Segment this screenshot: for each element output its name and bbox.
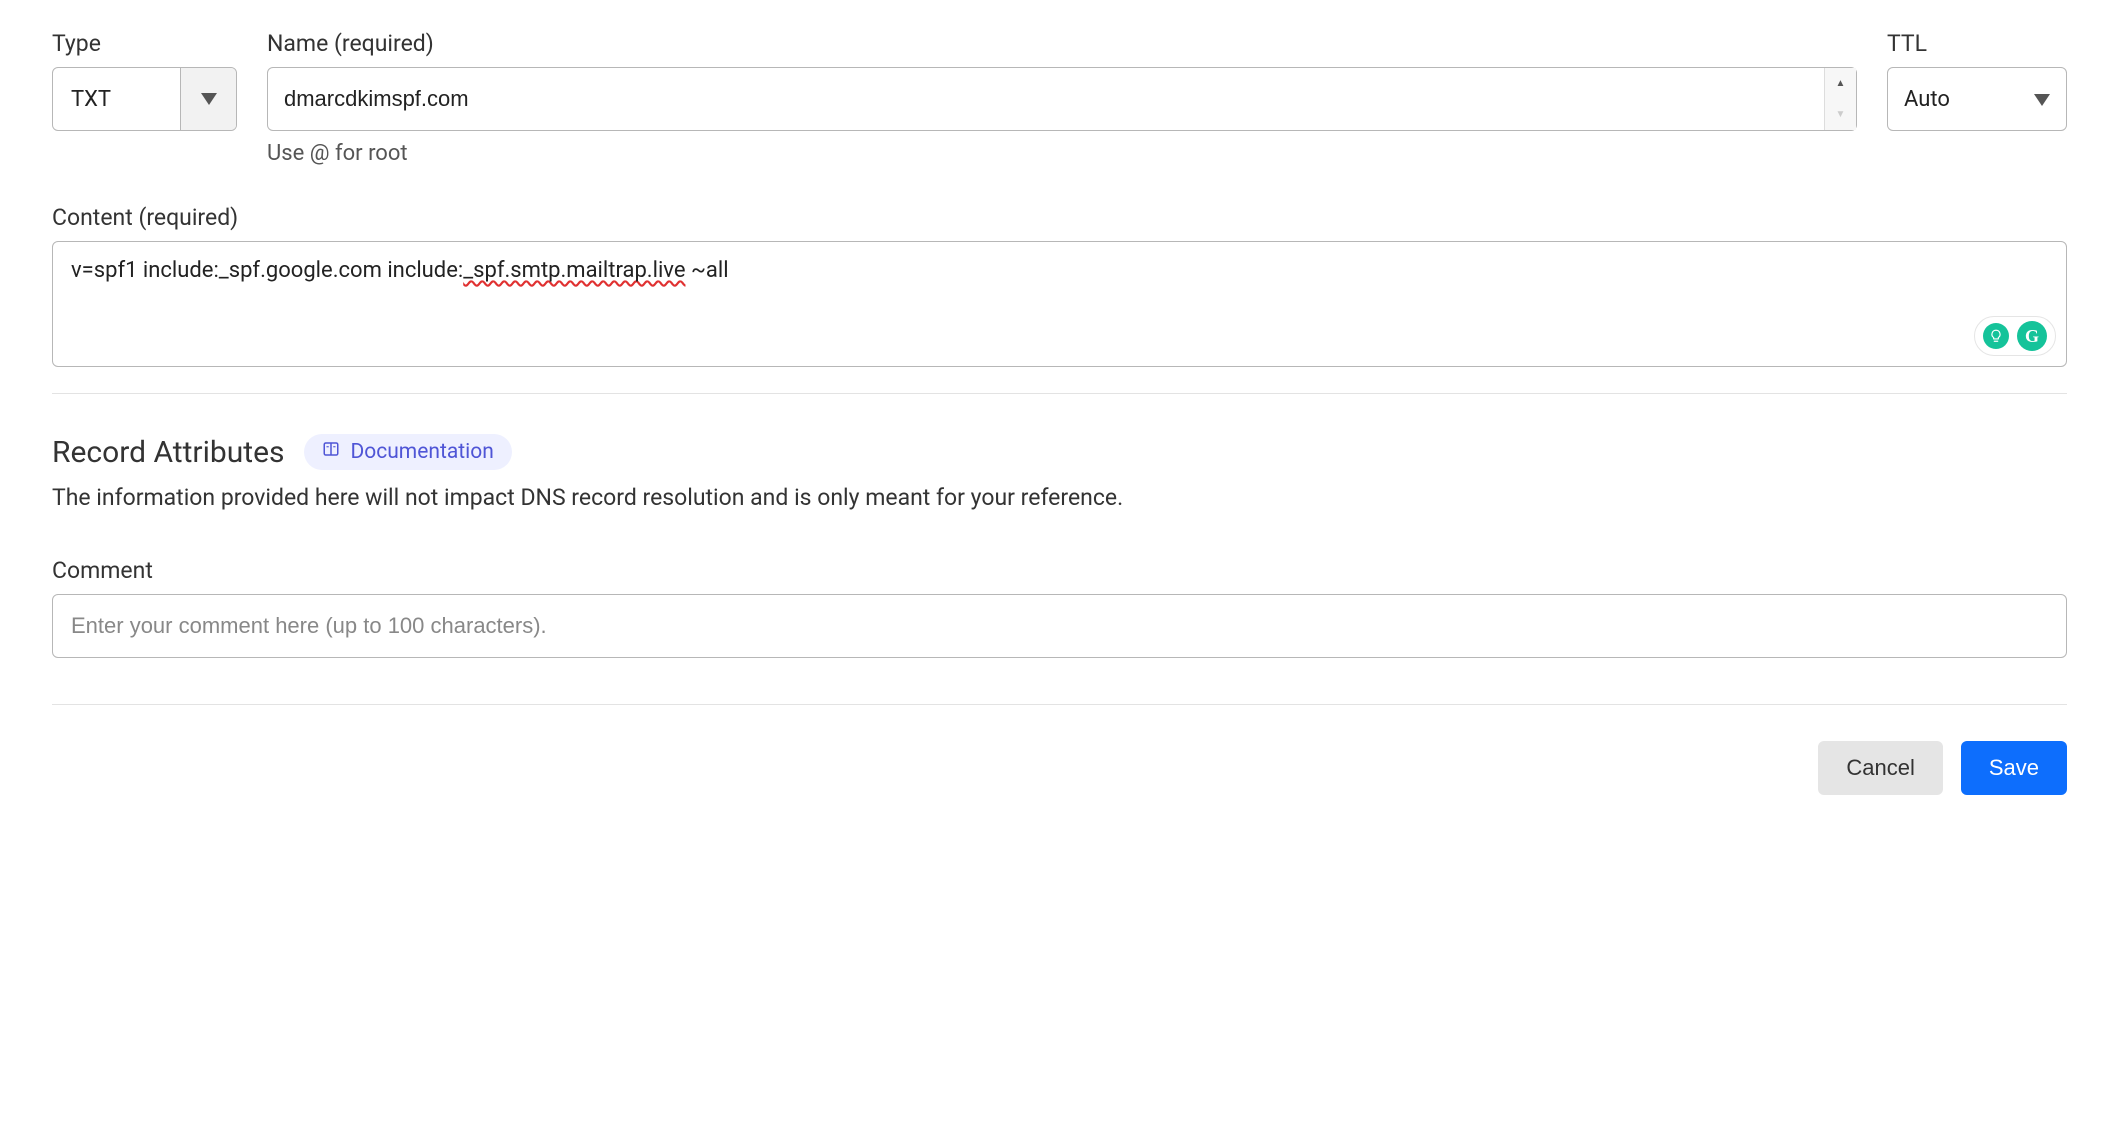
content-text-prefix: v=spf1 include:_spf.google.com include: [71,258,463,283]
content-text-spellerror: _spf.smtp.mailtrap.live [463,258,685,283]
name-label: Name (required) [267,30,1857,57]
name-stepper[interactable]: ▲ ▼ [1824,68,1856,130]
chevron-down-icon [180,68,236,130]
record-attributes-title: Record Attributes [52,435,284,470]
cancel-button[interactable]: Cancel [1818,741,1942,795]
name-helper-text: Use @ for root [267,141,1857,166]
record-attributes-description: The information provided here will not i… [52,484,2067,511]
divider [52,704,2067,705]
chevron-down-icon: ▼ [1825,99,1856,130]
chevron-down-icon [2034,87,2050,112]
lightbulb-icon [1983,323,2009,349]
grammarly-widget[interactable]: G [1974,316,2056,356]
name-input[interactable] [268,68,1824,130]
documentation-link[interactable]: Documentation [304,434,511,470]
comment-label: Comment [52,557,2067,584]
chevron-up-icon: ▲ [1825,68,1856,99]
type-select[interactable]: TXT [52,67,237,131]
type-select-value: TXT [53,68,180,130]
save-button[interactable]: Save [1961,741,2067,795]
book-icon [322,440,340,464]
content-label: Content (required) [52,204,2067,231]
divider [52,393,2067,394]
ttl-select-value: Auto [1904,87,1950,112]
content-textarea[interactable]: v=spf1 include:_spf.google.com include:_… [52,241,2067,367]
grammarly-icon: G [2017,321,2047,351]
ttl-label: TTL [1887,30,2067,57]
documentation-link-label: Documentation [350,440,493,464]
ttl-select[interactable]: Auto [1887,67,2067,131]
type-label: Type [52,30,237,57]
comment-input[interactable] [52,594,2067,658]
content-text-suffix: ~all [686,258,729,283]
